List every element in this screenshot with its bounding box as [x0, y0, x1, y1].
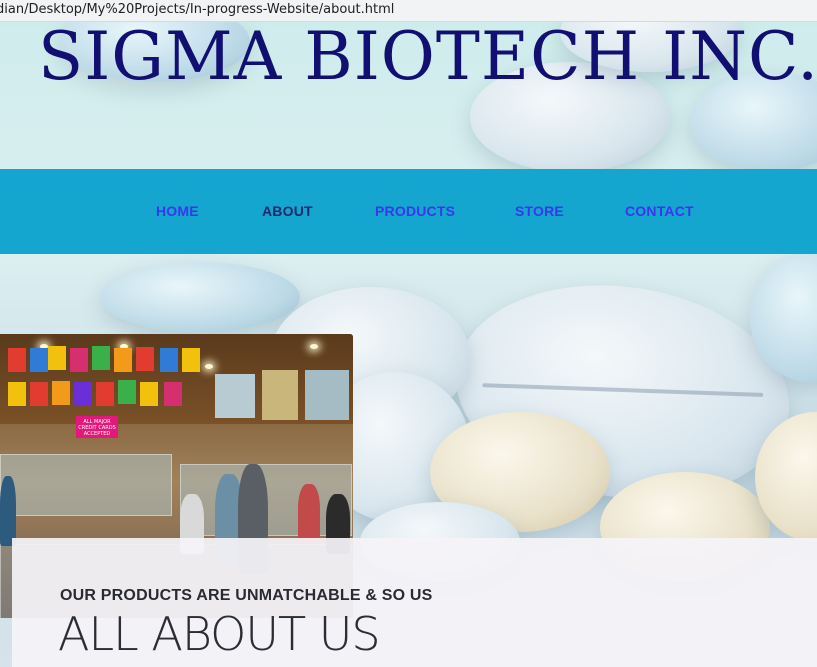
- address-url-text[interactable]: dian/Desktop/My%20Projects/In-progress-W…: [0, 2, 394, 17]
- main-navigation: HOME ABOUT PRODUCTS STORE CONTACT: [0, 169, 817, 254]
- nav-contact[interactable]: CONTACT: [625, 203, 694, 219]
- upper-shelf: [0, 334, 353, 424]
- about-heading: ALL ABOUT US: [58, 607, 381, 661]
- site-logo[interactable]: SIGMA BIOTECH INC.: [38, 22, 817, 92]
- about-tagline: OUR PRODUCTS ARE UNMATCHABLE & SO US: [60, 587, 433, 604]
- nav-about[interactable]: ABOUT: [262, 203, 313, 219]
- nav-products[interactable]: PRODUCTS: [375, 203, 455, 219]
- nav-store[interactable]: STORE: [515, 203, 564, 219]
- nav-home[interactable]: HOME: [156, 203, 199, 219]
- credit-card-sign: ALL MAJOR CREDIT CARDS ACCEPTED: [76, 416, 118, 438]
